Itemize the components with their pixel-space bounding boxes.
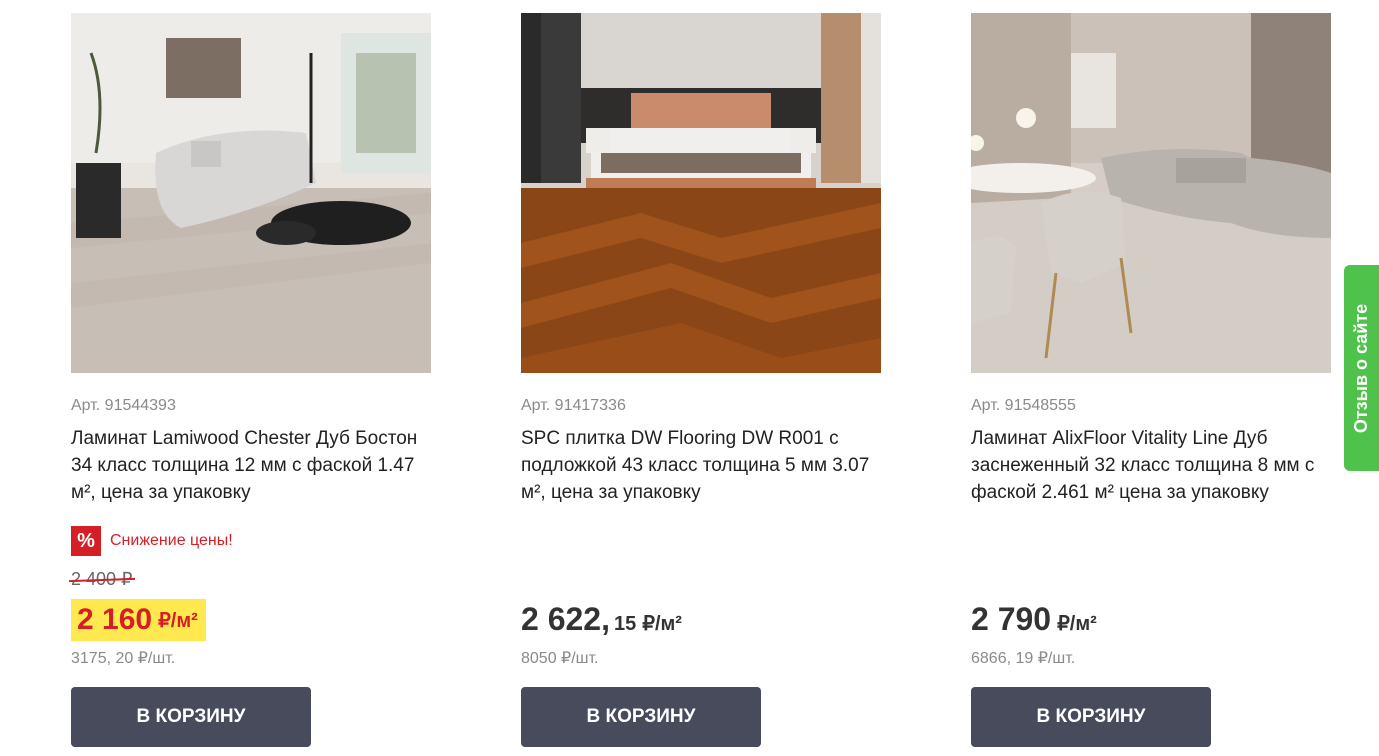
product-card[interactable]: Арт. 91417336 SPC плитка DW Flooring DW … xyxy=(521,13,881,756)
price-per-piece: 8050 ₽/шт. xyxy=(521,650,599,667)
price-value: 2 160 xyxy=(77,603,153,636)
price-drop-label: % Снижение цены! xyxy=(71,526,233,556)
add-to-cart-button[interactable]: В КОРЗИНУ xyxy=(521,687,761,747)
price: 2 622, 15 ₽/м² xyxy=(521,601,682,638)
feedback-label: Отзыв о сайте xyxy=(1351,303,1371,433)
product-title[interactable]: Ламинат Lamiwood Chester Дуб Бостон 34 к… xyxy=(71,425,431,506)
percent-icon: % xyxy=(71,526,101,556)
price-unit: ₽/м² xyxy=(1057,613,1097,635)
price: 2 160 ₽/м² xyxy=(71,599,206,641)
price-unit: ₽/м² xyxy=(642,613,682,635)
article-number: Арт. 91544393 xyxy=(71,397,176,414)
price-per-piece: 3175, 20 ₽/шт. xyxy=(71,650,176,667)
article-number: Арт. 91548555 xyxy=(971,397,1076,414)
old-price: 2 400 ₽ xyxy=(71,569,133,589)
sale-text: Снижение цены! xyxy=(110,532,233,549)
product-card[interactable]: Арт. 91548555 Ламинат AlixFloor Vitality… xyxy=(971,13,1331,756)
site-feedback-tab[interactable]: Отзыв о сайте xyxy=(1344,265,1379,471)
product-title[interactable]: SPC плитка DW Flooring DW R001 с подложк… xyxy=(521,425,881,506)
price-cents: 15 xyxy=(613,613,637,635)
price-value: 2 622, xyxy=(521,601,610,637)
product-image[interactable] xyxy=(521,13,881,373)
price-value: 2 790 xyxy=(971,601,1052,637)
price: 2 790 ₽/м² xyxy=(971,601,1097,638)
product-title[interactable]: Ламинат AlixFloor Vitality Line Дуб засн… xyxy=(971,425,1331,506)
add-to-cart-button[interactable]: В КОРЗИНУ xyxy=(71,687,311,747)
price-per-piece: 6866, 19 ₽/шт. xyxy=(971,650,1076,667)
product-image[interactable] xyxy=(971,13,1331,373)
product-image[interactable] xyxy=(71,13,431,373)
article-number: Арт. 91417336 xyxy=(521,397,626,414)
add-to-cart-button[interactable]: В КОРЗИНУ xyxy=(971,687,1211,747)
product-card[interactable]: Арт. 91544393 Ламинат Lamiwood Chester Д… xyxy=(71,13,431,756)
price-unit: ₽/м² xyxy=(158,609,198,632)
